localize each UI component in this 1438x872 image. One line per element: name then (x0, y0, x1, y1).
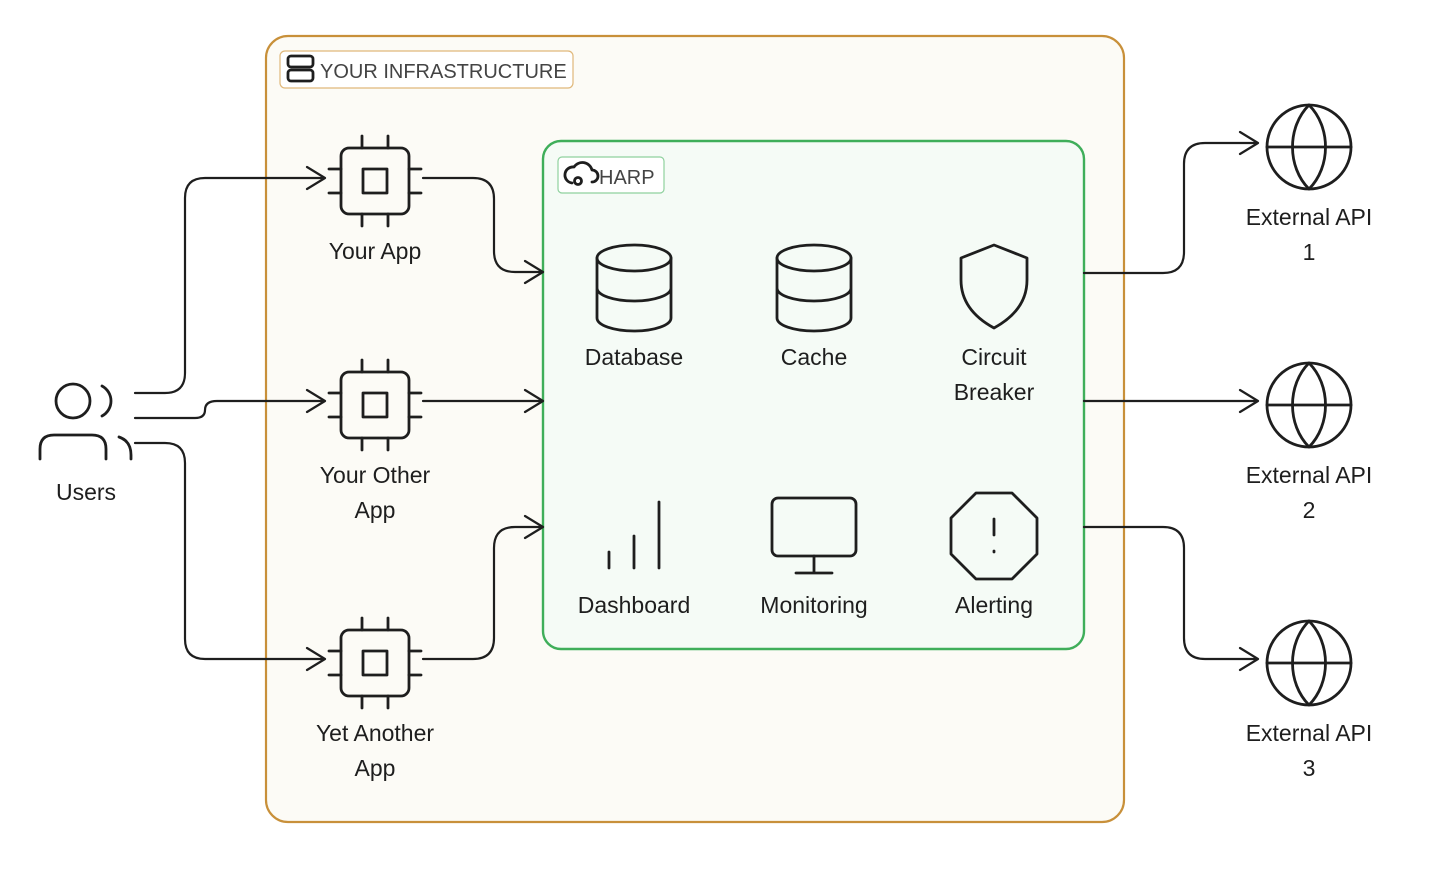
svg-text:Users: Users (56, 479, 116, 505)
svg-text:Alerting: Alerting (955, 592, 1033, 618)
globe-icon (1265, 103, 1353, 191)
svg-text:App: App (355, 497, 396, 523)
infrastructure-label: YOUR INFRASTRUCTURE (279, 50, 574, 89)
svg-text:External API: External API (1246, 720, 1373, 746)
svg-text:HARP: HARP (599, 167, 655, 189)
users-node: Users (38, 382, 133, 505)
svg-text:3: 3 (1303, 755, 1316, 781)
svg-text:Dashboard: Dashboard (578, 592, 691, 618)
svg-text:1: 1 (1303, 239, 1316, 265)
harp-label: HARP (557, 156, 665, 194)
external-api-1: External API 1 (1246, 103, 1373, 265)
architecture-diagram: YOUR INFRASTRUCTURE HARP Users Your App … (38, 34, 1373, 824)
svg-text:Your Other: Your Other (320, 462, 431, 488)
external-api-3: External API 3 (1246, 619, 1373, 781)
svg-text:Circuit: Circuit (961, 344, 1027, 370)
svg-text:Cache: Cache (781, 344, 847, 370)
svg-text:App: App (355, 755, 396, 781)
svg-text:Monitoring: Monitoring (760, 592, 867, 618)
external-api-2: External API 2 (1246, 361, 1373, 523)
globe-icon (1265, 619, 1353, 707)
svg-text:Database: Database (585, 344, 683, 370)
svg-text:YOUR INFRASTRUCTURE: YOUR INFRASTRUCTURE (320, 61, 567, 83)
svg-text:External API: External API (1246, 204, 1373, 230)
svg-text:Your App: Your App (329, 238, 422, 264)
svg-text:2: 2 (1303, 497, 1316, 523)
svg-text:Breaker: Breaker (954, 379, 1035, 405)
svg-text:Yet Another: Yet Another (316, 720, 434, 746)
svg-text:External API: External API (1246, 462, 1373, 488)
globe-icon (1265, 361, 1353, 449)
users-icon (38, 382, 133, 461)
